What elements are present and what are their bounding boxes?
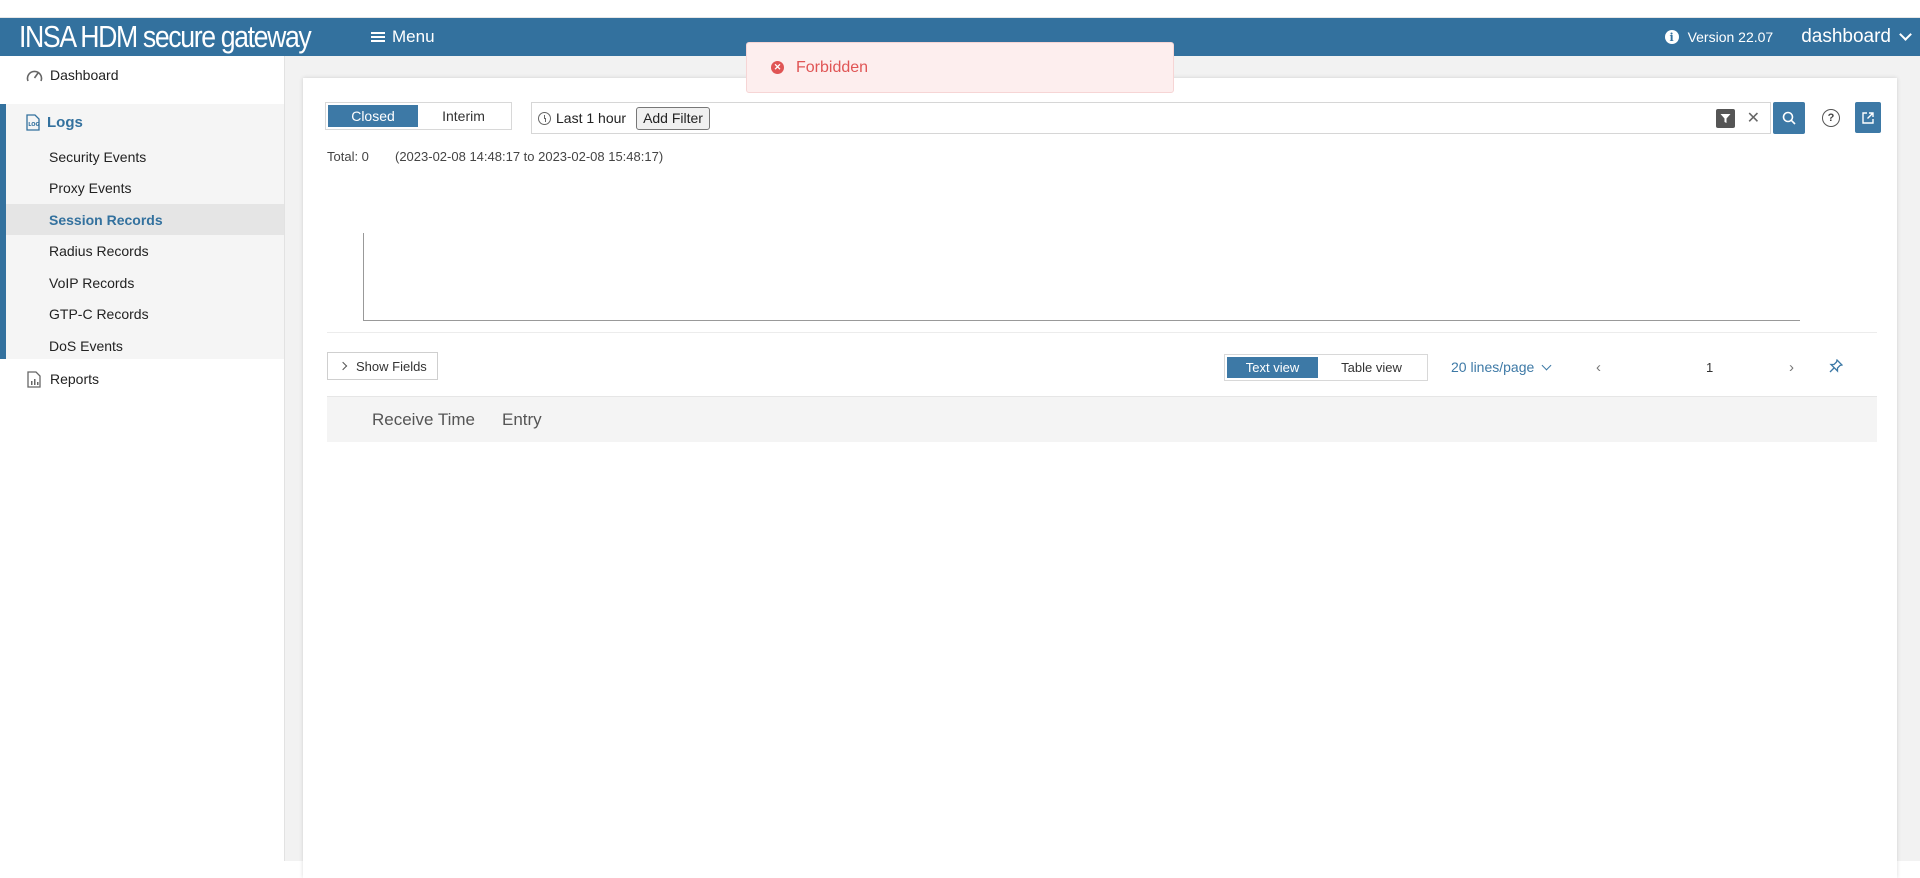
user-name: dashboard bbox=[1801, 26, 1891, 47]
sidebar-item-voip-records[interactable]: VoIP Records bbox=[6, 267, 284, 298]
time-range-button[interactable]: Last 1 hour bbox=[538, 110, 626, 126]
gauge-icon bbox=[25, 66, 43, 84]
error-toast: ✕ Forbidden bbox=[746, 42, 1174, 93]
sidebar-item-proxy-events[interactable]: Proxy Events bbox=[6, 172, 284, 203]
export-button[interactable] bbox=[1855, 102, 1881, 133]
menu-label: Menu bbox=[392, 27, 435, 46]
sidebar-item-security-events[interactable]: Security Events bbox=[6, 141, 284, 172]
view-toggle: Text view Table view bbox=[1224, 354, 1428, 381]
section-divider bbox=[327, 332, 1877, 333]
pin-icon[interactable] bbox=[1829, 358, 1844, 378]
toast-message: Forbidden bbox=[796, 58, 869, 76]
lines-per-page-label: 20 lines/page bbox=[1451, 359, 1535, 375]
logs-group: LOG Logs Security Events Proxy Events Se… bbox=[0, 104, 284, 359]
user-dropdown[interactable]: dashboard bbox=[1801, 26, 1912, 48]
help-icon[interactable]: ? bbox=[1822, 109, 1840, 127]
chevron-right-icon bbox=[338, 361, 348, 371]
filter-actions: ✕ bbox=[1715, 108, 1760, 128]
filter-bar: Last 1 hour Add Filter ✕ bbox=[531, 102, 1771, 134]
tab-closed[interactable]: Closed bbox=[328, 105, 418, 127]
funnel-icon[interactable] bbox=[1715, 108, 1735, 128]
sidebar-item-dos-events[interactable]: DoS Events bbox=[6, 330, 284, 361]
sidebar-item-dashboard[interactable]: Dashboard bbox=[0, 59, 284, 91]
search-button[interactable] bbox=[1773, 102, 1805, 134]
external-link-icon bbox=[1862, 111, 1874, 124]
sidebar-item-label: Dashboard bbox=[50, 67, 119, 83]
sidebar-item-session-records[interactable]: Session Records bbox=[6, 204, 284, 235]
add-filter-button[interactable]: Add Filter bbox=[636, 106, 710, 130]
clock-icon bbox=[538, 111, 551, 125]
header-right: i Version 22.07 dashboard bbox=[1664, 26, 1912, 48]
chevron-down-icon bbox=[1541, 360, 1552, 370]
hamburger-icon bbox=[371, 30, 385, 44]
browser-strip bbox=[0, 0, 1920, 18]
brand-logo: INSA HDM secure gateway bbox=[19, 19, 312, 54]
record-state-toggle: Closed Interim bbox=[325, 102, 512, 130]
report-icon bbox=[25, 370, 43, 388]
column-entry[interactable]: Entry bbox=[502, 410, 542, 430]
error-icon: ✕ bbox=[771, 61, 784, 74]
search-icon bbox=[1782, 111, 1796, 125]
menu-button[interactable]: Menu bbox=[371, 27, 435, 47]
column-receive-time[interactable]: Receive Time bbox=[372, 410, 475, 430]
log-file-icon: LOG bbox=[26, 113, 40, 131]
sidebar-item-label: Logs bbox=[47, 113, 83, 131]
sidebar: Dashboard LOG Logs Security Events Proxy… bbox=[0, 56, 285, 861]
table-header: Receive Time Entry bbox=[327, 396, 1877, 442]
clear-filter-icon[interactable]: ✕ bbox=[1747, 108, 1760, 128]
next-page-button[interactable]: › bbox=[1789, 359, 1794, 376]
lines-per-page-select[interactable]: 20 lines/page bbox=[1451, 359, 1552, 375]
tab-interim[interactable]: Interim bbox=[418, 105, 509, 127]
histogram-chart bbox=[363, 233, 1800, 321]
version-label: Version 22.07 bbox=[1687, 29, 1774, 45]
tab-table-view[interactable]: Table view bbox=[1318, 357, 1425, 378]
sidebar-item-reports[interactable]: Reports bbox=[0, 363, 284, 395]
sidebar-item-label: Reports bbox=[50, 371, 100, 387]
show-fields-button[interactable]: Show Fields bbox=[327, 352, 438, 380]
main-content: Closed Interim Last 1 hour Add Filter ✕ … bbox=[285, 56, 1920, 878]
sidebar-item-gtpc-records[interactable]: GTP-C Records bbox=[6, 298, 284, 329]
prev-page-button[interactable]: ‹ bbox=[1596, 359, 1601, 376]
page-number: 1 bbox=[1706, 360, 1714, 375]
total-count: Total: 0 bbox=[327, 149, 369, 164]
info-icon[interactable]: i bbox=[1664, 30, 1679, 44]
logs-panel: Closed Interim Last 1 hour Add Filter ✕ … bbox=[303, 78, 1897, 878]
time-range-label: Last 1 hour bbox=[556, 110, 627, 126]
show-fields-label: Show Fields bbox=[356, 358, 427, 374]
time-range-text: (2023-02-08 14:48:17 to 2023-02-08 15:48… bbox=[395, 149, 664, 164]
tab-text-view[interactable]: Text view bbox=[1227, 357, 1318, 378]
sidebar-item-radius-records[interactable]: Radius Records bbox=[6, 235, 284, 266]
svg-text:LOG: LOG bbox=[28, 122, 39, 128]
sidebar-item-logs[interactable]: LOG Logs bbox=[6, 104, 83, 140]
chevron-down-icon bbox=[1899, 28, 1912, 41]
